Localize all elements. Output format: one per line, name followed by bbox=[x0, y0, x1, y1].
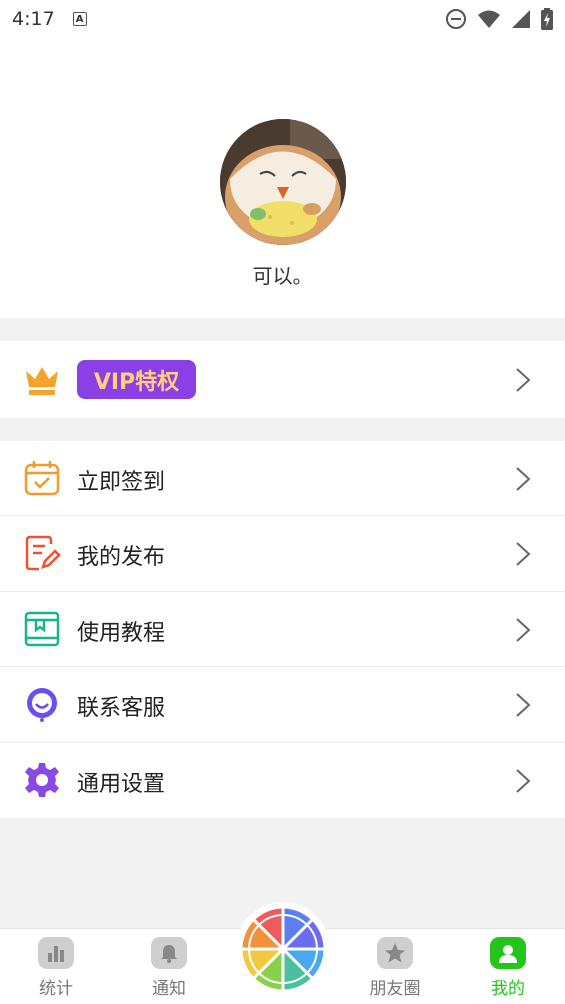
tab-label: 通知 bbox=[152, 979, 186, 999]
headset-smile-icon bbox=[27, 688, 57, 723]
bell-icon bbox=[151, 937, 187, 969]
profile-nickname: 可以。 bbox=[252, 264, 313, 288]
chevron-right-icon bbox=[516, 467, 531, 491]
chevron-right-icon bbox=[516, 368, 531, 392]
book-icon bbox=[24, 611, 60, 647]
menu-label-checkin: 立即签到 bbox=[77, 470, 166, 495]
chevron-right-icon bbox=[516, 693, 531, 717]
avatar[interactable] bbox=[220, 119, 346, 245]
bar-chart-icon bbox=[38, 937, 74, 969]
menu-item-customer-service[interactable]: 联系客服 bbox=[0, 667, 565, 743]
menu-label-settings: 通用设置 bbox=[77, 771, 166, 797]
menu-item-settings[interactable]: 通用设置 bbox=[0, 743, 565, 818]
menu-label-customer-service: 联系客服 bbox=[77, 696, 166, 722]
menu-item-tutorial[interactable]: 使用教程 bbox=[0, 592, 565, 668]
battery-icon bbox=[541, 8, 553, 30]
signal-icon bbox=[512, 10, 530, 28]
center-wheel-button[interactable] bbox=[236, 902, 330, 996]
chevron-right-icon bbox=[516, 618, 531, 642]
chevron-right-icon bbox=[516, 542, 531, 567]
vip-badge: VIP特权 bbox=[77, 360, 196, 399]
vip-privilege-row[interactable]: VIP特权 bbox=[0, 341, 565, 418]
gear-icon bbox=[25, 762, 59, 797]
crown-icon bbox=[26, 367, 58, 395]
notification-a-icon: A bbox=[72, 12, 87, 26]
user-icon bbox=[490, 937, 526, 969]
star-icon bbox=[377, 937, 413, 969]
menu-item-my-posts[interactable]: 我的发布 bbox=[0, 516, 565, 592]
edit-document-icon bbox=[25, 536, 61, 571]
tab-me[interactable]: 我的 bbox=[463, 929, 553, 1004]
menu-label-tutorial: 使用教程 bbox=[77, 620, 166, 646]
tab-statistics[interactable]: 统计 bbox=[11, 929, 101, 1004]
do-not-disturb-icon bbox=[446, 9, 466, 29]
settings-menu: 立即签到 我的发布 使用教程 联系客服 通用设置 bbox=[0, 441, 565, 818]
calendar-check-icon bbox=[24, 461, 60, 496]
status-time: 4:17 bbox=[12, 8, 55, 30]
profile-header: 可以。 bbox=[0, 38, 565, 318]
menu-item-checkin[interactable]: 立即签到 bbox=[0, 441, 565, 517]
chevron-right-icon bbox=[516, 768, 531, 793]
status-bar: 4:17 A bbox=[0, 0, 565, 38]
menu-label-my-posts: 我的发布 bbox=[77, 545, 166, 571]
tab-label: 朋友圈 bbox=[369, 979, 421, 999]
wifi-icon bbox=[478, 10, 500, 28]
tab-moments[interactable]: 朋友圈 bbox=[350, 929, 440, 1004]
status-right-icons bbox=[445, 8, 553, 30]
color-wheel-icon bbox=[239, 905, 327, 993]
tab-label: 统计 bbox=[39, 979, 73, 999]
tab-notifications[interactable]: 通知 bbox=[124, 929, 214, 1004]
tab-label: 我的 bbox=[491, 979, 525, 999]
